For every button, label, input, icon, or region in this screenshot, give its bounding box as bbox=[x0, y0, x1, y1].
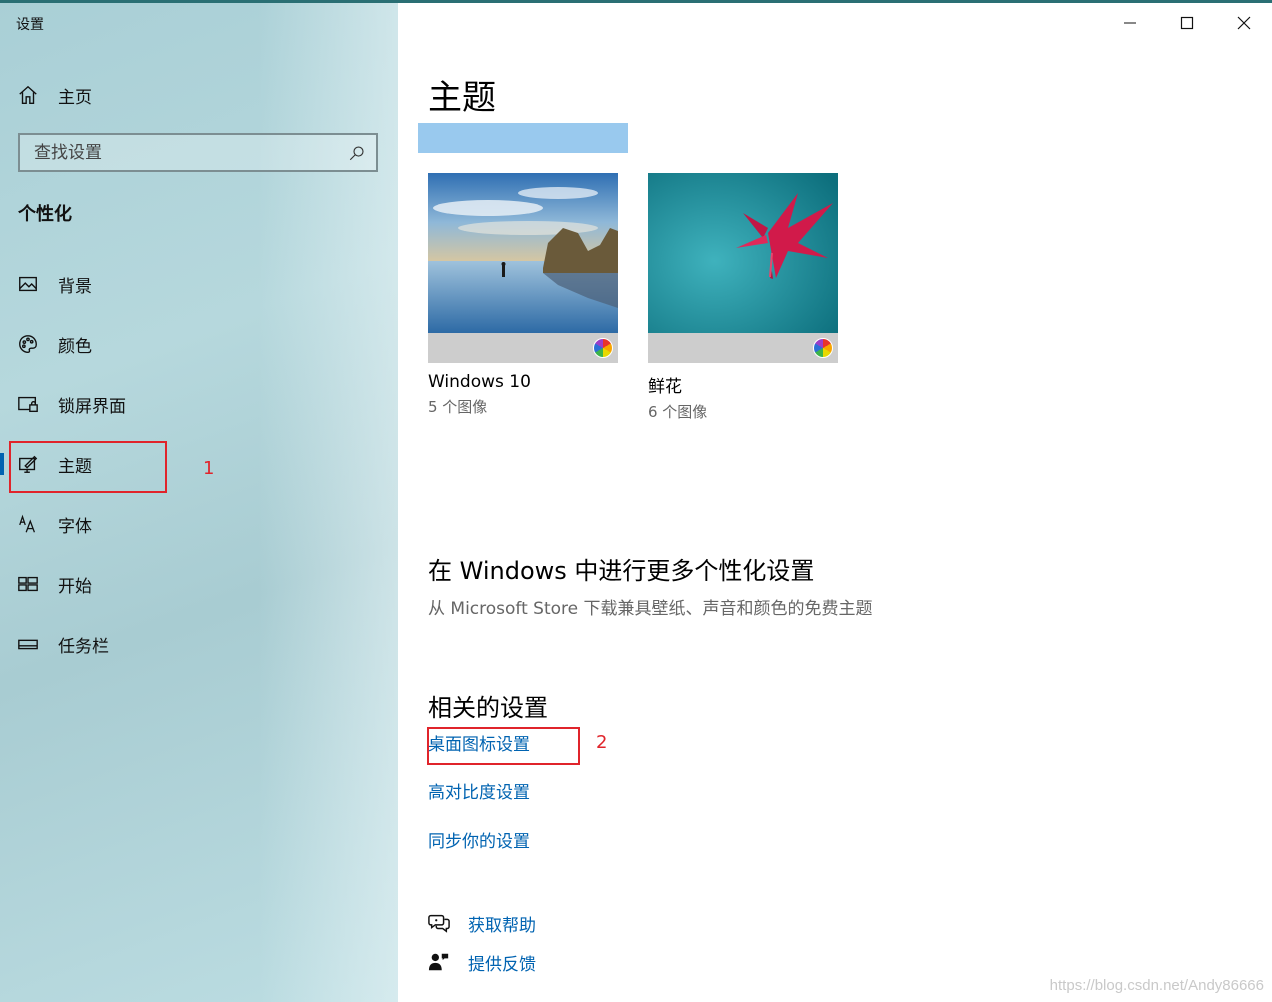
sidebar-item-taskbar[interactable]: 任务栏 bbox=[0, 614, 398, 674]
picture-icon bbox=[16, 272, 40, 296]
minimize-icon bbox=[1123, 22, 1136, 24]
watermark: https://blog.csdn.net/Andy86666 bbox=[1049, 977, 1264, 994]
sidebar-item-background[interactable]: 背景 bbox=[0, 254, 398, 314]
sidebar-item-label: 锁屏界面 bbox=[58, 396, 126, 417]
annotation-number-2: 2 bbox=[596, 732, 608, 753]
window-controls bbox=[1101, 0, 1272, 46]
font-icon bbox=[16, 512, 40, 536]
high-contrast-settings-link[interactable]: 高对比度设置 bbox=[428, 778, 530, 803]
main-content: 主题 Windows 10 5 个图像 鲜花 6 个图像 在 Windows 中… bbox=[398, 0, 1272, 1002]
get-help-row[interactable]: 获取帮助 bbox=[428, 910, 536, 936]
theme-thumbnail bbox=[648, 173, 838, 333]
theme-thumbnail-bar bbox=[428, 333, 618, 363]
sidebar-item-colors[interactable]: 颜色 bbox=[0, 314, 398, 374]
feedback-link[interactable]: 提供反馈 bbox=[468, 950, 536, 975]
more-personalization-title: 在 Windows 中进行更多个性化设置 bbox=[428, 557, 815, 585]
section-title: 个性化 bbox=[18, 204, 72, 225]
maximize-icon bbox=[1180, 16, 1193, 30]
taskbar-icon bbox=[16, 632, 40, 656]
window-top-border bbox=[0, 0, 1272, 3]
color-wheel-icon bbox=[813, 338, 833, 358]
start-icon bbox=[16, 572, 40, 596]
theme-name: 鲜花 bbox=[648, 377, 682, 397]
theme-thumbnail-bar bbox=[648, 333, 838, 363]
search-icon[interactable] bbox=[342, 138, 372, 168]
maximize-button[interactable] bbox=[1158, 0, 1215, 46]
minimize-button[interactable] bbox=[1101, 0, 1158, 46]
current-theme-preview[interactable] bbox=[418, 123, 628, 153]
sidebar: 设置 主页 个性化 背景 颜色 锁屏界面 bbox=[0, 0, 398, 1002]
related-settings-title: 相关的设置 bbox=[428, 694, 548, 722]
sidebar-item-fonts[interactable]: 字体 bbox=[0, 494, 398, 554]
search-box[interactable] bbox=[18, 133, 378, 172]
sidebar-home[interactable]: 主页 bbox=[16, 82, 92, 108]
theme-card-windows10[interactable]: Windows 10 5 个图像 bbox=[428, 173, 618, 417]
sidebar-item-label: 任务栏 bbox=[58, 636, 109, 657]
sidebar-item-label: 开始 bbox=[58, 576, 92, 597]
chat-help-icon bbox=[428, 912, 450, 934]
sidebar-item-start[interactable]: 开始 bbox=[0, 554, 398, 614]
sync-settings-link[interactable]: 同步你的设置 bbox=[428, 827, 530, 852]
feedback-icon bbox=[428, 951, 450, 973]
theme-thumbnail bbox=[428, 173, 618, 333]
sidebar-item-label: 字体 bbox=[58, 516, 92, 537]
sidebar-home-label: 主页 bbox=[58, 87, 92, 108]
sidebar-item-lock-screen[interactable]: 锁屏界面 bbox=[0, 374, 398, 434]
search-input[interactable] bbox=[34, 142, 342, 163]
lock-screen-icon bbox=[16, 392, 40, 416]
theme-image-count: 5 个图像 bbox=[428, 398, 488, 416]
theme-image-count: 6 个图像 bbox=[648, 403, 708, 421]
sidebar-item-label: 背景 bbox=[58, 276, 92, 297]
more-personalization-link[interactable]: 从 Microsoft Store 下载兼具壁纸、声音和颜色的免费主题 bbox=[428, 594, 873, 619]
home-icon bbox=[16, 83, 40, 107]
close-icon bbox=[1237, 16, 1250, 30]
sidebar-item-label: 颜色 bbox=[58, 336, 92, 357]
color-wheel-icon bbox=[593, 338, 613, 358]
annotation-box-1 bbox=[9, 441, 167, 493]
app-title: 设置 bbox=[16, 17, 44, 33]
close-button[interactable] bbox=[1215, 0, 1272, 46]
feedback-row[interactable]: 提供反馈 bbox=[428, 949, 536, 975]
annotation-number-1: 1 bbox=[203, 458, 215, 479]
page-title: 主题 bbox=[428, 78, 496, 118]
theme-card-flowers[interactable]: 鲜花 6 个图像 bbox=[648, 173, 838, 422]
palette-icon bbox=[16, 332, 40, 356]
annotation-box-2 bbox=[427, 727, 580, 765]
get-help-link[interactable]: 获取帮助 bbox=[468, 911, 536, 936]
theme-name: Windows 10 bbox=[428, 372, 531, 392]
